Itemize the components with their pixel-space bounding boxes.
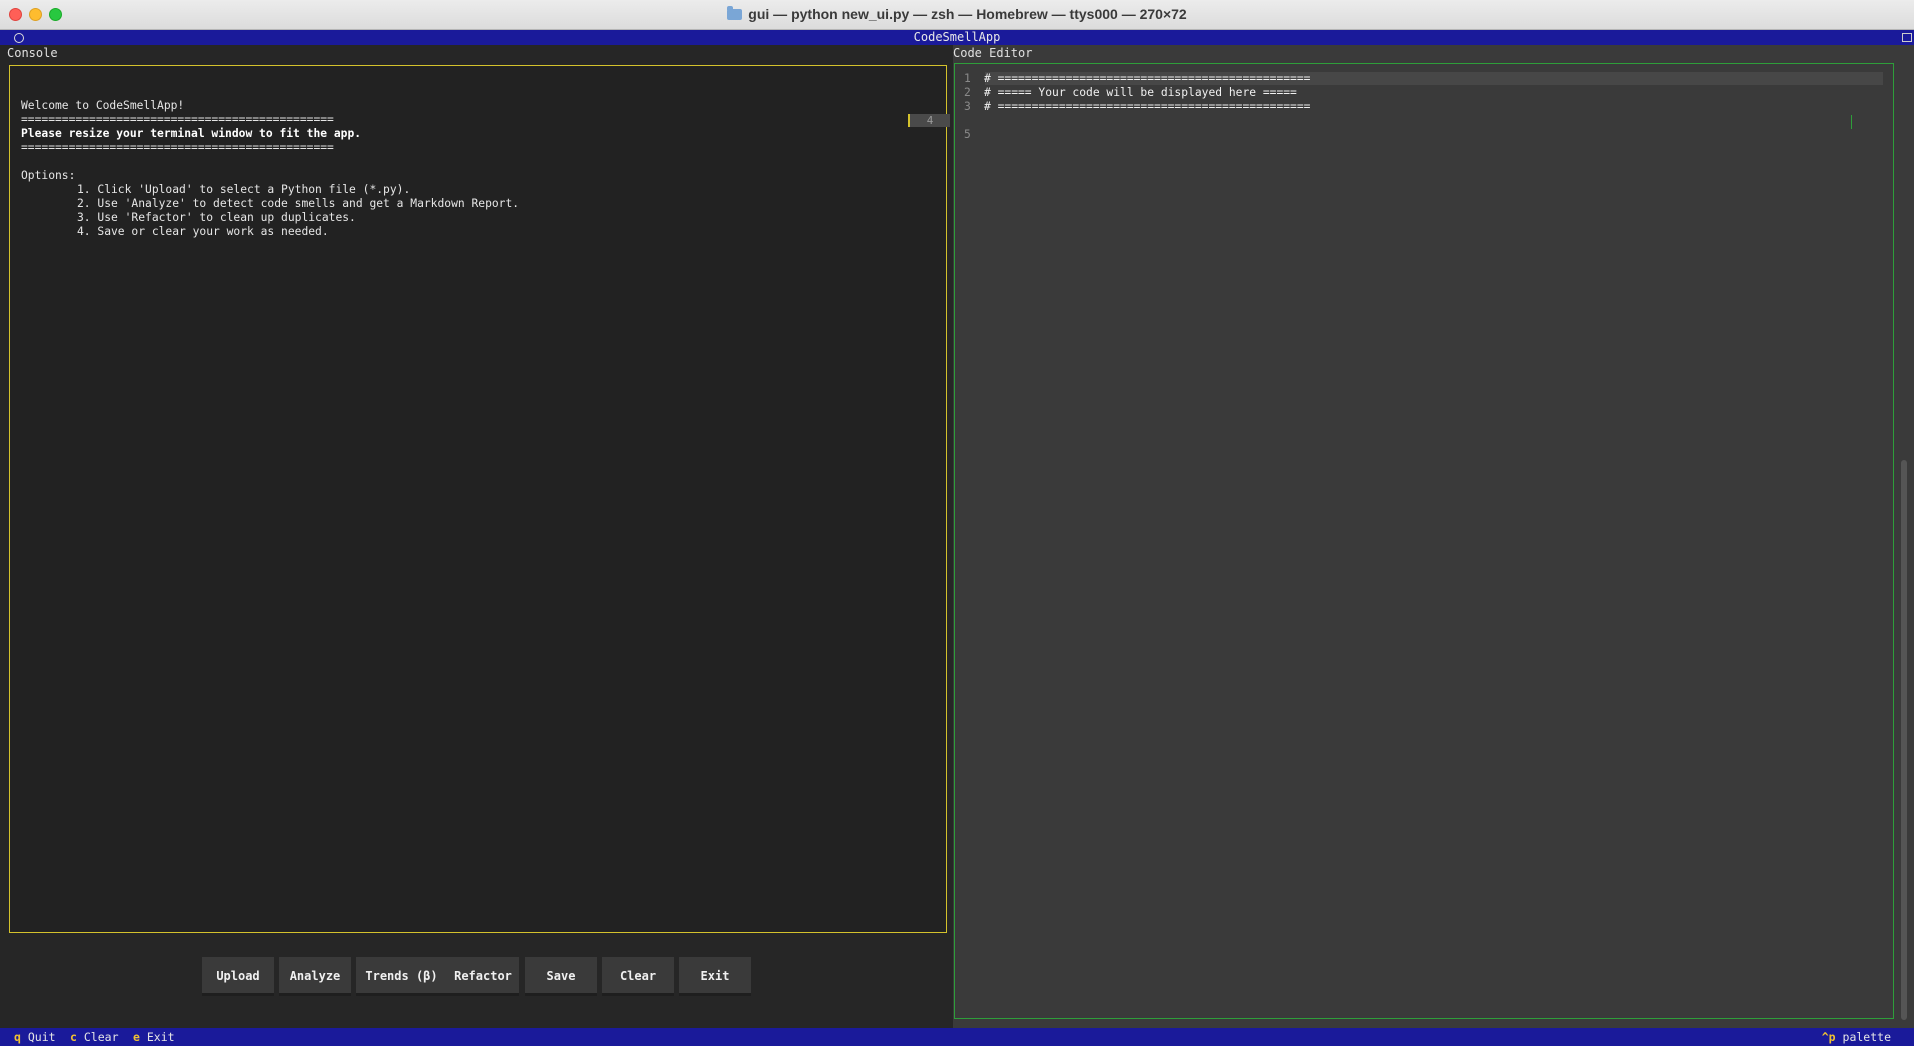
key-hint: e <box>133 1030 140 1044</box>
key-label: Quit <box>27 1030 56 1044</box>
trends-button[interactable]: Trends (β) <box>356 957 447 996</box>
console-output: Welcome to CodeSmellApp! ================… <box>21 85 519 267</box>
key-label: palette <box>1842 1030 1891 1044</box>
code-text: # ===== Your code will be displayed here… <box>984 86 1297 99</box>
console-option-4: 4. Save or clear your work as needed. <box>77 225 329 238</box>
console-option-2: 2. Use 'Analyze' to detect code smells a… <box>77 197 520 210</box>
editor-scrollbar-thumb[interactable] <box>1901 460 1907 1020</box>
window-titlebar: gui — python new_ui.py — zsh — Homebrew … <box>0 0 1914 30</box>
upload-button[interactable]: Upload <box>202 957 274 996</box>
footer-keybindings: q Quit c Clear e Exit ^p palette <box>0 1028 1914 1046</box>
folder-icon <box>727 6 743 20</box>
console-separator: ========================================… <box>21 113 334 126</box>
code-line[interactable]: 2 # ===== Your code will be displayed her… <box>964 86 1297 100</box>
analyze-button[interactable]: Analyze <box>279 957 351 996</box>
code-line[interactable]: 5 <box>964 128 984 142</box>
key-hint: q <box>14 1030 21 1044</box>
line-number: 1 <box>964 72 971 85</box>
line-number: 3 <box>964 100 971 113</box>
console-option-1: 1. Click 'Upload' to select a Python fil… <box>77 183 411 196</box>
footer-palette-binding[interactable]: ^p palette <box>1822 1028 1891 1046</box>
window-title-container: gui — python new_ui.py — zsh — Homebrew … <box>0 6 1914 22</box>
editor-caret-marker <box>1851 115 1852 129</box>
key-hint: c <box>70 1030 77 1044</box>
code-editor-panel[interactable] <box>954 63 1894 1019</box>
key-label: Clear <box>83 1030 119 1044</box>
footer-quit-binding[interactable]: q Quit <box>14 1028 56 1046</box>
console-panel[interactable]: Welcome to CodeSmellApp! ================… <box>9 65 947 933</box>
app-title: CodeSmellApp <box>913 30 1001 44</box>
console-welcome: Welcome to CodeSmellApp! <box>21 99 185 112</box>
console-resize-note: Please resize your terminal window to fi… <box>21 127 362 140</box>
window-title: gui — python new_ui.py — zsh — Homebrew … <box>748 6 1187 22</box>
save-button[interactable]: Save <box>525 957 597 996</box>
app-header: CodeSmellApp <box>0 30 1914 45</box>
code-line[interactable]: 3 # =====================================… <box>964 100 1310 114</box>
key-label: Exit <box>146 1030 175 1044</box>
code-text: # ======================================… <box>984 72 1311 85</box>
exit-button[interactable]: Exit <box>679 957 751 996</box>
code-editor-label: Code Editor <box>953 46 1033 60</box>
line-number: 5 <box>964 128 971 141</box>
refactor-button[interactable]: Refactor <box>447 957 519 996</box>
key-hint: ^p <box>1821 1030 1836 1044</box>
clear-button[interactable]: Clear <box>602 957 674 996</box>
footer-exit-binding[interactable]: e Exit <box>133 1028 175 1046</box>
console-label: Console <box>7 46 58 60</box>
line-number: 2 <box>964 86 971 99</box>
code-line[interactable]: 1 # =====================================… <box>964 72 1310 86</box>
floating-line-number: 4 <box>908 114 950 127</box>
window-edge-icon <box>1902 33 1912 42</box>
console-options-heading: Options: <box>21 169 76 182</box>
code-text: # ======================================… <box>984 100 1311 113</box>
console-option-3: 3. Use 'Refactor' to clean up duplicates… <box>77 211 356 224</box>
console-separator: ========================================… <box>21 141 334 154</box>
footer-clear-binding[interactable]: c Clear <box>70 1028 119 1046</box>
